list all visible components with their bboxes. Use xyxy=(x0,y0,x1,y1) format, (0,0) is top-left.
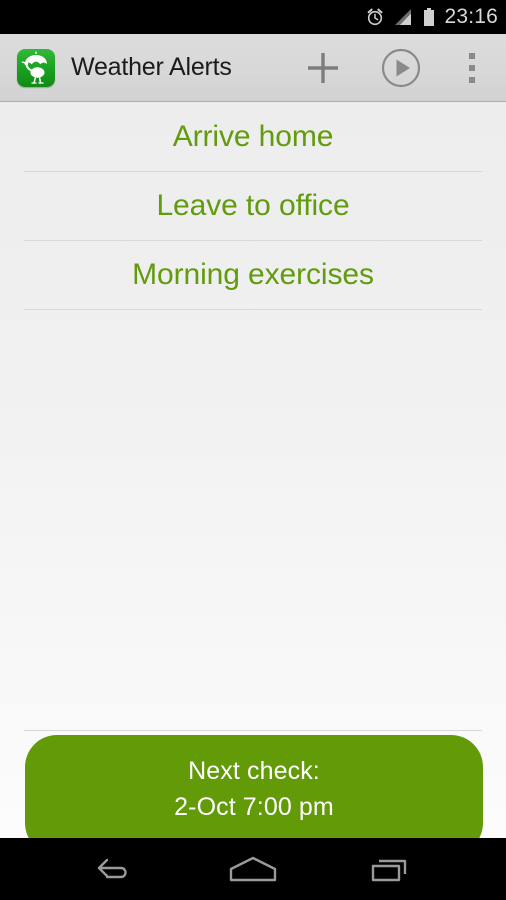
list-item-label: Leave to office xyxy=(156,189,350,222)
next-check-value: 2-Oct 7:00 pm xyxy=(174,793,334,821)
run-button[interactable] xyxy=(372,34,430,102)
status-bar-icons xyxy=(365,7,435,27)
content-area: Arrive home Leave to office Morning exer… xyxy=(0,103,506,855)
battery-icon xyxy=(424,7,435,26)
next-check-panel[interactable]: Next check: 2-Oct 7:00 pm xyxy=(25,735,483,855)
status-bar: 23:16 xyxy=(0,0,506,34)
list-item-label: Morning exercises xyxy=(132,258,374,291)
action-bar: Weather Alerts xyxy=(0,34,506,107)
ostrich-umbrella-app-icon xyxy=(17,48,55,87)
page-title: Weather Alerts xyxy=(71,53,232,81)
plus-icon xyxy=(308,52,338,83)
more-vertical-icon xyxy=(469,50,475,86)
add-button[interactable] xyxy=(294,34,352,102)
play-circle-icon xyxy=(381,48,421,87)
next-check-title: Next check: xyxy=(188,757,320,785)
back-button[interactable] xyxy=(78,838,154,900)
status-bar-clock: 23:16 xyxy=(444,5,498,28)
alarm-clock-icon xyxy=(368,8,383,26)
footer-divider xyxy=(24,730,482,731)
list-item-label: Arrive home xyxy=(172,120,334,153)
list-item[interactable]: Leave to office xyxy=(0,172,506,240)
list-divider xyxy=(24,309,482,310)
back-arrow-icon xyxy=(98,858,128,879)
list-item[interactable]: Morning exercises xyxy=(0,241,506,309)
recent-apps-icon xyxy=(371,859,406,882)
phone-screen: 23:16 Weather Alerts Arrive home Leave t… xyxy=(0,0,506,900)
list-item[interactable]: Arrive home xyxy=(0,103,506,171)
navigation-bar xyxy=(0,838,506,900)
home-icon xyxy=(229,856,277,882)
home-button[interactable] xyxy=(215,838,291,900)
overflow-menu-button[interactable] xyxy=(452,34,492,102)
recents-button[interactable] xyxy=(352,838,428,900)
signal-bars-icon xyxy=(395,9,412,25)
alerts-list: Arrive home Leave to office Morning exer… xyxy=(0,103,506,310)
